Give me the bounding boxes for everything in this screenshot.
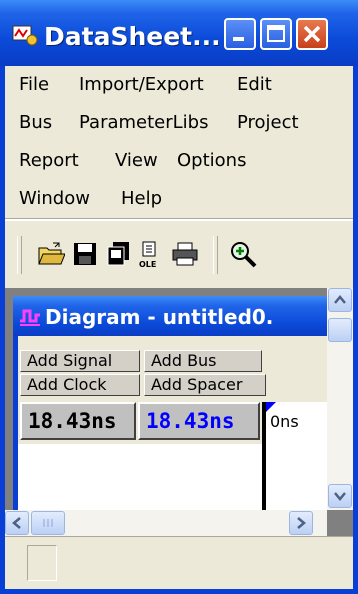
client-area: File Import/Export Edit Bus ParameterLib… xyxy=(5,66,353,589)
toolbar-grip-2[interactable] xyxy=(213,236,218,274)
grip-icon xyxy=(43,519,53,527)
diagram-title: Diagram - untitled0. xyxy=(45,305,274,329)
status-bar xyxy=(5,536,353,589)
time-axis: 0ns xyxy=(266,402,327,444)
menu-row-4: Window Help xyxy=(5,180,353,218)
main-window: DataSheet... File Import/Export Edit Bus… xyxy=(0,0,358,594)
menu-project[interactable]: Project xyxy=(237,112,299,133)
diagram-title-bar[interactable]: Diagram - untitled0. xyxy=(13,296,327,336)
app-icon xyxy=(12,25,38,46)
menu-import-export[interactable]: Import/Export xyxy=(79,74,204,95)
menu-options[interactable]: Options xyxy=(177,150,246,171)
open-folder-icon[interactable] xyxy=(37,240,65,268)
toolbar-grip[interactable] xyxy=(17,236,22,274)
menu-separator xyxy=(5,218,353,221)
time-delta: 18.43ns xyxy=(138,402,260,440)
horizontal-scrollbar[interactable] xyxy=(5,510,327,536)
close-button[interactable] xyxy=(296,18,328,50)
maximize-icon xyxy=(267,25,285,42)
close-icon xyxy=(303,25,321,43)
zoom-icon[interactable] xyxy=(229,240,257,268)
add-spacer-button[interactable]: Add Spacer xyxy=(144,374,266,396)
chevron-down-icon xyxy=(334,492,346,501)
status-pane xyxy=(27,545,57,581)
toolbar: OLE xyxy=(5,230,353,280)
minimize-icon xyxy=(233,37,244,41)
menu-row-2: Bus ParameterLibs Project xyxy=(5,104,353,142)
add-signal-button[interactable]: Add Signal xyxy=(20,350,140,372)
menu-parameterlibs[interactable]: ParameterLibs xyxy=(79,112,208,133)
menu-window[interactable]: Window xyxy=(19,188,90,209)
print-icon[interactable] xyxy=(171,240,199,268)
menu-bus[interactable]: Bus xyxy=(19,112,52,133)
menu-file[interactable]: File xyxy=(19,74,49,95)
diagram-icon xyxy=(20,309,40,326)
menu-view[interactable]: View xyxy=(115,150,158,171)
chevron-left-icon xyxy=(12,517,21,529)
mdi-area: Diagram - untitled0. Add Signal Add Bus … xyxy=(5,288,353,589)
scroll-up-button[interactable] xyxy=(328,288,352,312)
menu-row-1: File Import/Export Edit xyxy=(5,66,353,104)
scroll-thumb-vertical[interactable] xyxy=(328,318,352,342)
pane-divider[interactable] xyxy=(262,402,266,510)
copy-icon[interactable] xyxy=(105,240,133,268)
add-clock-button[interactable]: Add Clock xyxy=(20,374,140,396)
scroll-left-button[interactable] xyxy=(5,511,29,535)
scroll-thumb-horizontal[interactable] xyxy=(31,511,65,535)
maximize-button[interactable] xyxy=(260,18,292,50)
save-icon[interactable] xyxy=(71,240,99,268)
waveform-area[interactable] xyxy=(18,444,327,510)
diagram-content: Add Signal Add Bus Add Clock Add Spacer … xyxy=(18,336,327,510)
ole-icon[interactable]: OLE xyxy=(137,240,165,268)
window-title: DataSheet... xyxy=(44,22,221,51)
minimize-button[interactable] xyxy=(224,18,256,50)
menu-row-3: Report View Options xyxy=(5,142,353,180)
add-bus-button[interactable]: Add Bus xyxy=(144,350,262,372)
menu-edit[interactable]: Edit xyxy=(237,74,272,95)
chevron-right-icon xyxy=(297,517,306,529)
menu-help[interactable]: Help xyxy=(121,188,162,209)
diagram-window[interactable]: Diagram - untitled0. Add Signal Add Bus … xyxy=(13,296,327,510)
scroll-right-button[interactable] xyxy=(289,511,313,535)
title-bar[interactable]: DataSheet... xyxy=(0,0,358,66)
menu-bar: File Import/Export Edit Bus ParameterLib… xyxy=(5,66,353,218)
cursor-marker-icon xyxy=(266,402,276,412)
ole-label: OLE xyxy=(139,260,156,268)
time-primary: 18.43ns xyxy=(20,402,136,440)
chevron-up-icon xyxy=(334,295,346,304)
menu-report[interactable]: Report xyxy=(19,150,79,171)
scroll-down-button[interactable] xyxy=(328,484,352,508)
vertical-scrollbar[interactable] xyxy=(327,288,353,510)
time-axis-label: 0ns xyxy=(270,412,299,431)
